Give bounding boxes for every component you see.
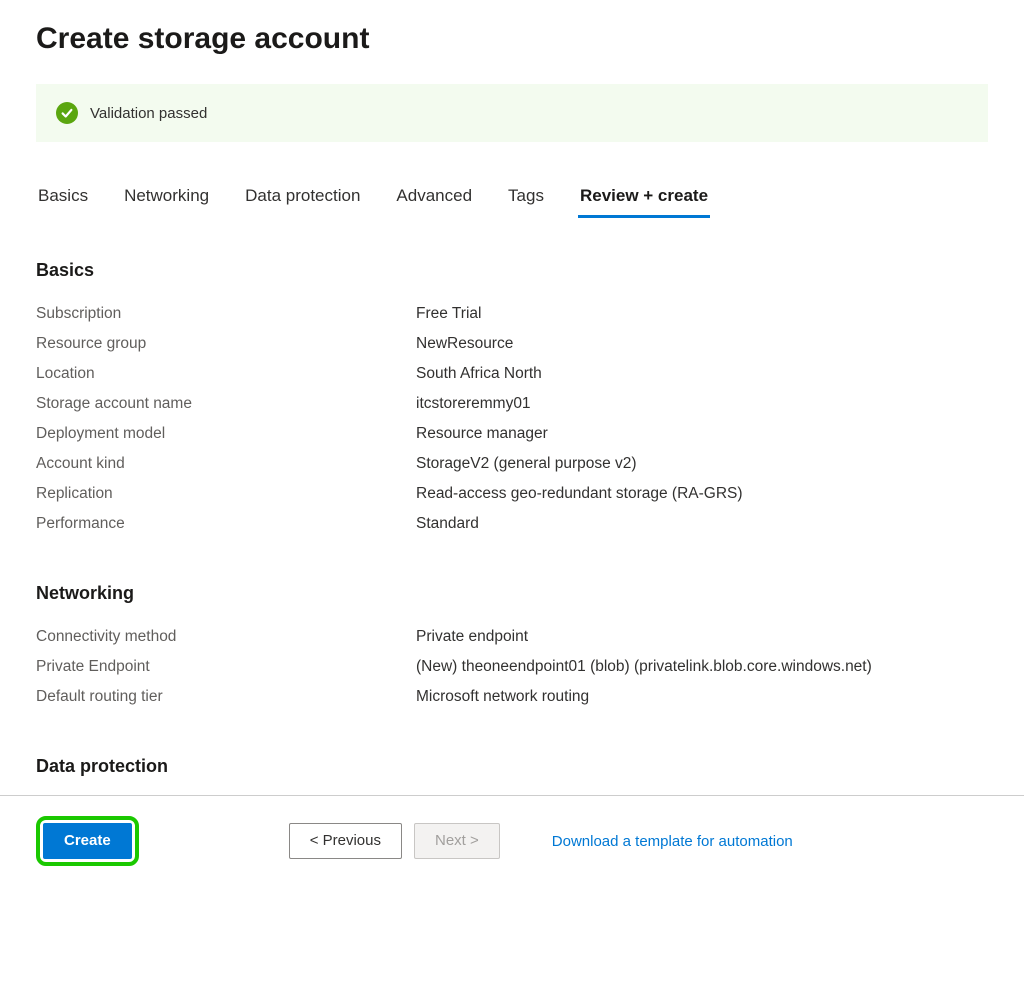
kv-key: Default routing tier (36, 688, 416, 706)
kv-key: Resource group (36, 335, 416, 353)
section-data-protection: Data protection (36, 756, 988, 777)
tab-basics[interactable]: Basics (36, 182, 90, 216)
kv-key: Account kind (36, 455, 416, 473)
kv-key: Deployment model (36, 425, 416, 443)
validation-message: Validation passed (90, 105, 207, 122)
kv-row: Connectivity method Private endpoint (36, 622, 988, 652)
kv-value: Microsoft network routing (416, 688, 589, 706)
kv-value: Free Trial (416, 305, 481, 323)
kv-row: Private Endpoint (New) theoneendpoint01 … (36, 652, 988, 682)
tab-data-protection[interactable]: Data protection (243, 182, 362, 216)
section-basics-heading: Basics (36, 260, 988, 281)
download-template-link[interactable]: Download a template for automation (552, 833, 793, 850)
validation-banner: Validation passed (36, 84, 988, 142)
kv-row: Account kind StorageV2 (general purpose … (36, 449, 988, 479)
kv-key: Connectivity method (36, 628, 416, 646)
kv-row: Subscription Free Trial (36, 299, 988, 329)
kv-value: (New) theoneendpoint01 (blob) (privateli… (416, 658, 872, 676)
kv-value: NewResource (416, 335, 513, 353)
kv-key: Subscription (36, 305, 416, 323)
kv-value: Read-access geo-redundant storage (RA-GR… (416, 485, 743, 503)
kv-row: Resource group NewResource (36, 329, 988, 359)
previous-button[interactable]: < Previous (289, 823, 402, 859)
tab-networking[interactable]: Networking (122, 182, 211, 216)
kv-key: Replication (36, 485, 416, 503)
kv-key: Performance (36, 515, 416, 533)
kv-value: South Africa North (416, 365, 542, 383)
kv-value: Standard (416, 515, 479, 533)
kv-row: Storage account name itcstoreremmy01 (36, 389, 988, 419)
create-button-highlight: Create (36, 816, 139, 866)
kv-row: Default routing tier Microsoft network r… (36, 682, 988, 712)
footer: Create < Previous Next > Download a temp… (0, 796, 1024, 882)
section-networking-heading: Networking (36, 583, 988, 604)
kv-value: Resource manager (416, 425, 548, 443)
kv-row: Deployment model Resource manager (36, 419, 988, 449)
tab-tags[interactable]: Tags (506, 182, 546, 216)
section-basics: Basics Subscription Free Trial Resource … (36, 260, 988, 539)
kv-key: Location (36, 365, 416, 383)
kv-value: StorageV2 (general purpose v2) (416, 455, 637, 473)
tabs: Basics Networking Data protection Advanc… (36, 182, 988, 216)
page-title: Create storage account (36, 22, 988, 56)
kv-row: Location South Africa North (36, 359, 988, 389)
kv-value: Private endpoint (416, 628, 528, 646)
tab-review-create[interactable]: Review + create (578, 182, 710, 216)
kv-key: Private Endpoint (36, 658, 416, 676)
validation-passed-icon (56, 102, 78, 124)
kv-row: Performance Standard (36, 509, 988, 539)
kv-value: itcstoreremmy01 (416, 395, 531, 413)
kv-row: Replication Read-access geo-redundant st… (36, 479, 988, 509)
kv-key: Storage account name (36, 395, 416, 413)
create-button[interactable]: Create (43, 823, 132, 859)
section-networking: Networking Connectivity method Private e… (36, 583, 988, 712)
next-button: Next > (414, 823, 500, 859)
tab-advanced[interactable]: Advanced (394, 182, 474, 216)
section-data-protection-heading: Data protection (36, 756, 988, 777)
